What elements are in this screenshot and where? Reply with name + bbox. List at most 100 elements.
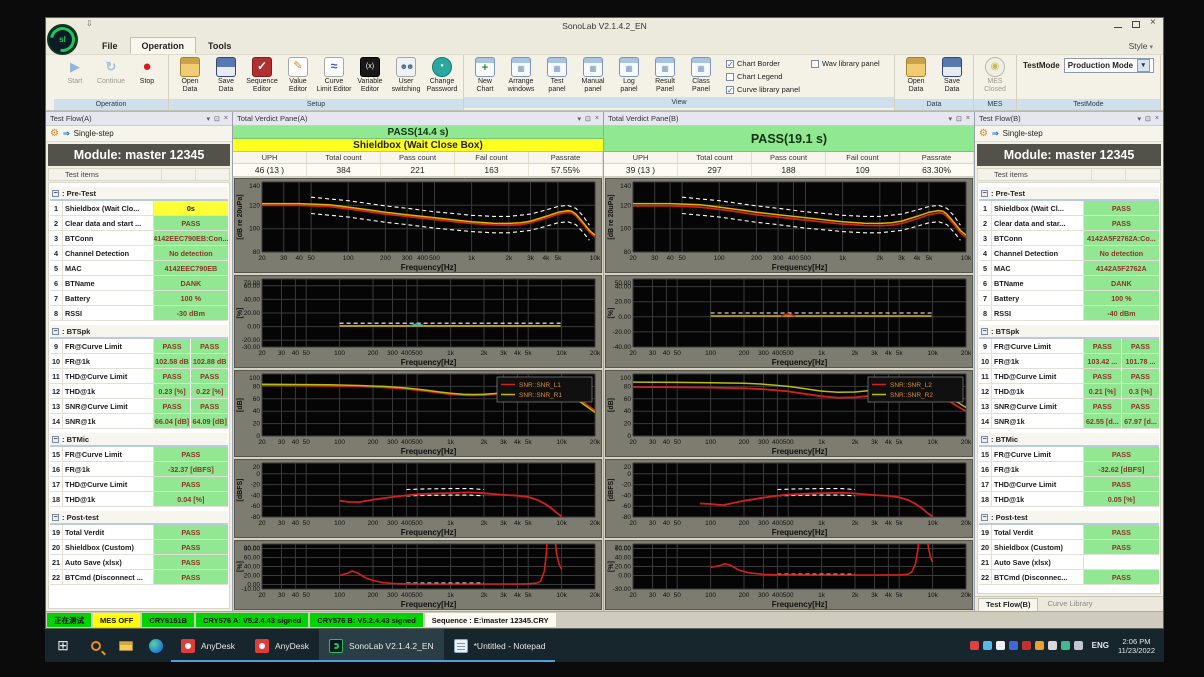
- continue-button[interactable]: Continue: [93, 56, 129, 86]
- speaker-fr-chart[interactable]: 203040501002003004005001k2k3k4k5k10k1401…: [234, 178, 602, 273]
- tray-icon[interactable]: [1035, 641, 1044, 650]
- collapse-icon[interactable]: [981, 190, 988, 197]
- maximize-button[interactable]: [1131, 20, 1141, 29]
- test-item-row[interactable]: 15FR@Curve LimitPASS: [50, 447, 228, 462]
- curve-limit-editor-button[interactable]: Curve Limit Editor: [316, 56, 352, 93]
- close-icon[interactable]: ×: [224, 115, 228, 122]
- pin-icon[interactable]: ⊡: [585, 115, 591, 123]
- section-header[interactable]: : BTSpk: [50, 325, 228, 339]
- language-indicator[interactable]: ENG: [1087, 641, 1114, 650]
- test-item-row[interactable]: 19Total VerditPASS: [979, 525, 1159, 540]
- test-item-row[interactable]: 20Shieldbox (Custom)PASS: [50, 540, 228, 555]
- section-header[interactable]: : BTMic: [50, 433, 228, 447]
- test-item-row[interactable]: 9FR@Curve LimitPASSPASS: [979, 339, 1159, 354]
- sequence-editor-button[interactable]: Sequence Editor: [244, 56, 280, 93]
- variable-editor-button[interactable]: Variable Editor: [352, 56, 388, 93]
- speaker-fr-chart[interactable]: 203040501002003004005001k2k3k4k5k10k1401…: [605, 178, 973, 273]
- save-data-button-2[interactable]: Save Data: [934, 56, 970, 93]
- test-item-row[interactable]: 14SNR@1k62.55 [d...67.97 [d...: [979, 414, 1159, 429]
- search-button[interactable]: [81, 629, 111, 662]
- test-item-row[interactable]: 11THD@Curve LimitPASSPASS: [979, 369, 1159, 384]
- chevron-down-icon[interactable]: ▾: [1137, 59, 1150, 72]
- tray-icon[interactable]: [1048, 641, 1057, 650]
- open-data-button-2[interactable]: Open Data: [898, 56, 934, 93]
- clock[interactable]: 2:06 PM 11/23/2022: [1118, 637, 1159, 655]
- mic-fr-chart[interactable]: 203040501002003004005001k2k3k4k5k10k20k2…: [605, 459, 973, 538]
- chevron-down-icon[interactable]: ▾: [1138, 115, 1142, 123]
- tray-icon[interactable]: [1009, 641, 1018, 650]
- test-item-row[interactable]: 5MAC4142EEC790EB: [50, 261, 228, 276]
- collapse-icon[interactable]: [52, 328, 59, 335]
- collapse-icon[interactable]: [981, 514, 988, 521]
- test-item-row[interactable]: 21Auto Save (xlsx)PASS: [50, 555, 228, 570]
- collapse-icon[interactable]: [52, 436, 59, 443]
- taskbar-app-button[interactable]: AnyDesk: [245, 629, 319, 662]
- view-option-checkbox[interactable]: Chart Border: [726, 57, 811, 70]
- test-item-row[interactable]: 2Clear data and start ...PASS: [50, 216, 228, 231]
- collapse-icon[interactable]: [52, 190, 59, 197]
- close-icon[interactable]: ×: [595, 115, 599, 122]
- pin-icon[interactable]: ⊡: [956, 115, 962, 123]
- test-item-row[interactable]: 22BTCmd (Disconnect ...PASS: [50, 570, 228, 585]
- test-item-row[interactable]: 16FR@1k-32.37 [dBFS]: [50, 462, 228, 477]
- view-option-checkbox[interactable]: Curve library panel: [726, 83, 811, 96]
- pin-icon[interactable]: ⊡: [1145, 115, 1151, 123]
- taskbar-app-button[interactable]: *Untitled - Notepad: [444, 629, 556, 662]
- test-item-row[interactable]: 21Auto Save (xlsx): [979, 555, 1159, 570]
- close-icon[interactable]: ×: [1155, 115, 1159, 122]
- test-item-row[interactable]: 3BTConn4142EEC790EB:Con...: [50, 231, 228, 246]
- mic-thd-chart[interactable]: 203040501002003004005001k2k3k4k5k10k20k7…: [605, 540, 973, 610]
- user-switching-button[interactable]: User switching: [388, 56, 424, 93]
- pin-icon[interactable]: ⊡: [214, 115, 220, 123]
- test-item-row[interactable]: 8RSSI-40 dBm: [979, 306, 1159, 321]
- test-item-row[interactable]: 7Battery100 %: [50, 291, 228, 306]
- view-option-checkbox[interactable]: Wav library panel: [811, 57, 896, 70]
- chevron-down-icon[interactable]: ▾: [207, 115, 211, 123]
- gear-icon[interactable]: [979, 128, 988, 139]
- mic-fr-chart[interactable]: 203040501002003004005001k2k3k4k5k10k20k2…: [234, 459, 602, 538]
- test-item-row[interactable]: 12THD@1k0.21 [%]0.3 [%]: [979, 384, 1159, 399]
- log-panel-button[interactable]: Log panel: [611, 56, 647, 93]
- mes-button[interactable]: MES Closed: [977, 56, 1013, 93]
- open-data-button[interactable]: Open Data: [172, 56, 208, 93]
- save-data-button[interactable]: Save Data: [208, 56, 244, 93]
- tray-icon[interactable]: [1074, 641, 1083, 650]
- menu-tab[interactable]: Tools: [196, 37, 243, 54]
- section-header[interactable]: : Post-test: [50, 511, 228, 525]
- quick-access-icon[interactable]: [86, 19, 93, 28]
- test-item-row[interactable]: 5MAC4142A5F2762A: [979, 261, 1159, 276]
- test-item-row[interactable]: 8RSSI-30 dBm: [50, 306, 228, 321]
- collapse-icon[interactable]: [52, 514, 59, 521]
- arrange-windows-button[interactable]: Arrange windows: [503, 56, 539, 93]
- start-button[interactable]: [45, 629, 81, 662]
- minimize-button[interactable]: [1113, 20, 1123, 29]
- test-item-row[interactable]: 12THD@1k0.23 [%]0.22 [%]: [50, 384, 228, 399]
- test-item-row[interactable]: 2Clear data and star...PASS: [979, 216, 1159, 231]
- test-item-row[interactable]: 7Battery100 %: [979, 291, 1159, 306]
- test-item-row[interactable]: 6BTNameDANK: [979, 276, 1159, 291]
- test-item-row[interactable]: 13SNR@Curve LimitPASSPASS: [50, 399, 228, 414]
- chevron-down-icon[interactable]: ▾: [578, 115, 582, 123]
- new-chart-button[interactable]: New Chart: [467, 56, 503, 93]
- test-item-row[interactable]: 11THD@Curve LimitPASSPASS: [50, 369, 228, 384]
- test-item-row[interactable]: 13SNR@Curve LimitPASSPASS: [979, 399, 1159, 414]
- start-button[interactable]: Start: [57, 56, 93, 86]
- section-header[interactable]: : Post-test: [979, 511, 1159, 525]
- change-password-button[interactable]: Change Password: [424, 56, 460, 93]
- test-item-row[interactable]: 4Channel DetectionNo detection: [979, 246, 1159, 261]
- test-item-row[interactable]: 14SNR@1k66.04 [dB]64.09 [dB]: [50, 414, 228, 429]
- gear-icon[interactable]: [50, 128, 59, 139]
- section-header[interactable]: : BTMic: [979, 433, 1159, 447]
- test-item-row[interactable]: 10FR@1k103.42 ...101.78 ...: [979, 354, 1159, 369]
- test-item-row[interactable]: 16FR@1k-32.62 [dBFS]: [979, 462, 1159, 477]
- menu-tab[interactable]: File: [90, 37, 130, 54]
- testmode-select[interactable]: Production Mode ▾: [1064, 58, 1154, 73]
- value-editor-button[interactable]: Value Editor: [280, 56, 316, 93]
- chevron-down-icon[interactable]: ▾: [949, 115, 953, 123]
- view-option-checkbox[interactable]: Chart Legend: [726, 70, 811, 83]
- manual-panel-button[interactable]: Manual panel: [575, 56, 611, 93]
- close-button[interactable]: [1149, 20, 1159, 29]
- speaker-thd-chart[interactable]: 203040501002003004005001k2k3k4k5k10k20k5…: [605, 275, 973, 368]
- file-explorer-button[interactable]: [111, 629, 141, 662]
- test-item-row[interactable]: 22BTCmd (Disconnec...PASS: [979, 570, 1159, 585]
